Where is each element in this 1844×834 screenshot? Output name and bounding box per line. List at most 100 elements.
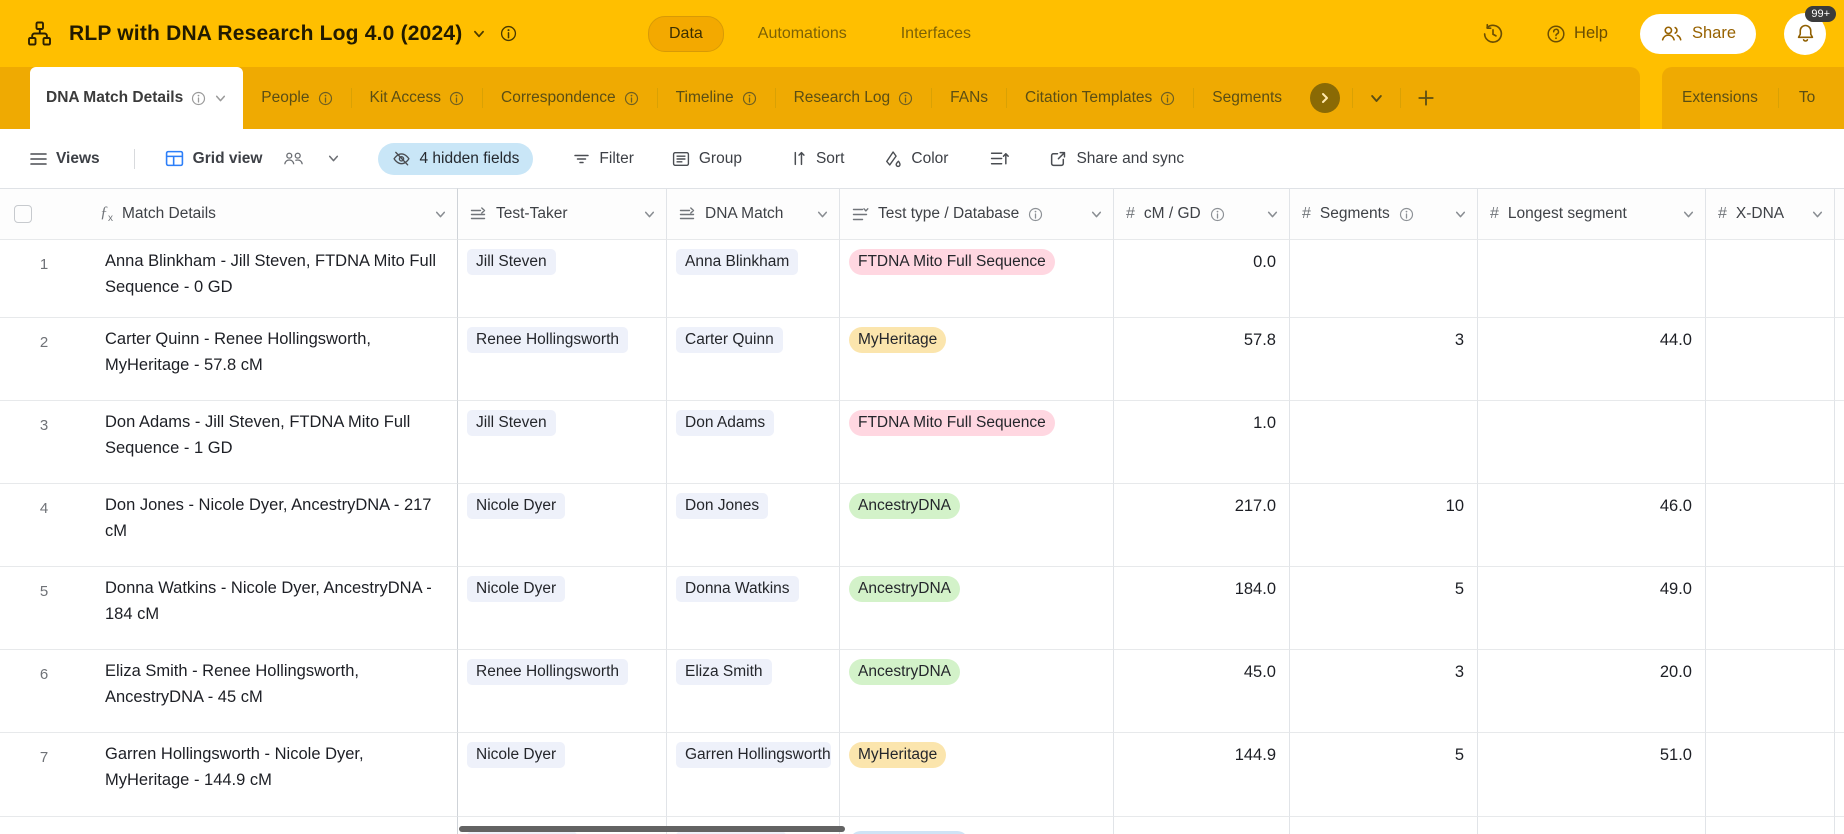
cell-test-type[interactable]: AncestryDNA (840, 567, 1114, 650)
row-number[interactable]: 2 (0, 318, 88, 401)
cell-match-details[interactable]: Anna Blinkham - Jill Steven, FTDNA Mito … (88, 240, 458, 318)
cell-test-type[interactable] (840, 817, 1114, 834)
cell-match-details[interactable]: Garren Hollingsworth - Nicole Dyer, MyHe… (88, 733, 458, 817)
column-header-test-taker[interactable]: Test-Taker (458, 188, 667, 240)
cell-segments[interactable]: 5 (1290, 567, 1478, 650)
share-and-sync-button[interactable]: Share and sync (1049, 150, 1184, 168)
cell-x-dna[interactable] (1706, 817, 1835, 834)
cell-test-taker[interactable]: Jill Steven (458, 240, 667, 318)
view-chevron-down-icon[interactable] (327, 152, 340, 165)
topbar-nav-interfaces[interactable]: Interfaces (881, 17, 991, 51)
cell-x-dna[interactable] (1706, 733, 1835, 817)
cell-test-taker[interactable]: Renee Hollingsworth (458, 318, 667, 401)
cell-cm-gd[interactable] (1114, 817, 1290, 834)
cell-cm-gd[interactable]: 45.0 (1114, 650, 1290, 733)
topbar-nav-data[interactable]: Data (648, 15, 724, 52)
cell-test-type[interactable]: AncestryDNA (840, 484, 1114, 567)
row-number[interactable]: 1 (0, 240, 88, 318)
cell-longest-segment[interactable] (1478, 817, 1706, 834)
tab-kit-access[interactable]: Kit Access (352, 67, 483, 129)
cell-test-taker[interactable]: Nicole Dyer (458, 733, 667, 817)
cell-cm-gd[interactable]: 184.0 (1114, 567, 1290, 650)
tab-citation-templates[interactable]: Citation Templates (1007, 67, 1193, 129)
history-icon[interactable] (1482, 23, 1504, 45)
cell-dna-match[interactable]: Eliza Smith (667, 650, 840, 733)
row-number[interactable]: 7 (0, 733, 88, 817)
row-number[interactable]: 4 (0, 484, 88, 567)
column-chevron-down-icon[interactable] (643, 208, 656, 221)
cell-test-type[interactable]: FTDNA Mito Full Sequence (840, 401, 1114, 484)
cell-test-taker[interactable]: Nicole Dyer (458, 484, 667, 567)
cell-test-type[interactable]: AncestryDNA (840, 650, 1114, 733)
cell-x-dna[interactable] (1706, 650, 1835, 733)
cell-test-taker[interactable]: Nicole Dyer (458, 567, 667, 650)
hidden-fields-button[interactable]: 4 hidden fields (378, 142, 534, 175)
column-header-segments[interactable]: # Segments (1290, 188, 1478, 240)
cell-dna-match[interactable]: Don Jones (667, 484, 840, 567)
column-header-test-type-database[interactable]: Test type / Database (840, 188, 1114, 240)
share-button[interactable]: Share (1639, 13, 1756, 54)
cell-segments[interactable]: 3 (1290, 650, 1478, 733)
cell-cm-gd[interactable]: 57.8 (1114, 318, 1290, 401)
cell-match-details[interactable]: Carter Quinn - Renee Hollingsworth, MyHe… (88, 318, 458, 401)
column-header-dna-match[interactable]: DNA Match (667, 188, 840, 240)
base-logo-sitemap-icon[interactable] (26, 20, 53, 47)
cell-longest-segment[interactable]: 44.0 (1478, 318, 1706, 401)
cell-test-type[interactable]: MyHeritage (840, 733, 1114, 817)
filter-button[interactable]: Filter (573, 150, 634, 168)
cell-test-taker[interactable]: Renee Hollingsworth (458, 650, 667, 733)
cell-longest-segment[interactable] (1478, 401, 1706, 484)
cell-x-dna[interactable] (1706, 484, 1835, 567)
topbar-nav-automations[interactable]: Automations (738, 17, 867, 51)
column-chevron-down-icon[interactable] (816, 208, 829, 221)
cell-match-details[interactable] (88, 817, 458, 834)
cell-longest-segment[interactable]: 46.0 (1478, 484, 1706, 567)
cell-dna-match[interactable]: Garren Hollingsworth (667, 733, 840, 817)
cell-cm-gd[interactable]: 0.0 (1114, 240, 1290, 318)
cell-match-details[interactable]: Don Adams - Jill Steven, FTDNA Mito Full… (88, 401, 458, 484)
tab-fans[interactable]: FANs (932, 67, 1006, 129)
column-chevron-down-icon[interactable] (1090, 208, 1103, 221)
cell-x-dna[interactable] (1706, 318, 1835, 401)
column-chevron-down-icon[interactable] (1811, 208, 1824, 221)
cell-cm-gd[interactable]: 217.0 (1114, 484, 1290, 567)
column-chevron-down-icon[interactable] (1682, 208, 1695, 221)
cell-segments[interactable]: 3 (1290, 318, 1478, 401)
row-number[interactable]: 6 (0, 650, 88, 733)
tab-segments[interactable]: Segments (1194, 67, 1300, 129)
cell-dna-match[interactable]: Donna Watkins (667, 567, 840, 650)
add-table-plus-icon[interactable] (1401, 67, 1451, 129)
cell-longest-segment[interactable]: 51.0 (1478, 733, 1706, 817)
column-chevron-down-icon[interactable] (434, 208, 447, 221)
cell-dna-match[interactable]: Anna Blinkham (667, 240, 840, 318)
cell-x-dna[interactable] (1706, 567, 1835, 650)
base-title-chevron-down-icon[interactable] (472, 27, 486, 41)
row-number[interactable]: 5 (0, 567, 88, 650)
cell-segments[interactable] (1290, 401, 1478, 484)
cell-x-dna[interactable] (1706, 401, 1835, 484)
tab-correspondence[interactable]: Correspondence (483, 67, 657, 129)
tools-button[interactable]: To (1779, 89, 1835, 107)
cell-segments[interactable]: 5 (1290, 733, 1478, 817)
row-number[interactable] (0, 817, 88, 834)
help-button[interactable]: Help (1546, 24, 1608, 44)
extensions-button[interactable]: Extensions (1662, 89, 1778, 107)
sort-button[interactable]: Sort (790, 150, 844, 168)
base-info-icon[interactable] (500, 25, 517, 42)
cell-segments[interactable] (1290, 240, 1478, 318)
cell-longest-segment[interactable] (1478, 240, 1706, 318)
tab-people[interactable]: People (243, 67, 350, 129)
cell-test-taker[interactable]: Jill Steven (458, 401, 667, 484)
column-header-match-details[interactable]: ƒx Match Details (88, 188, 458, 240)
column-header-longest-segment[interactable]: # Longest segment (1478, 188, 1706, 240)
row-number[interactable]: 3 (0, 401, 88, 484)
column-header-x-dna[interactable]: # X-DNA (1706, 188, 1835, 240)
tab-timeline[interactable]: Timeline (658, 67, 775, 129)
horizontal-scrollbar[interactable] (459, 826, 845, 832)
cell-cm-gd[interactable]: 1.0 (1114, 401, 1290, 484)
grid-view-button[interactable]: Grid view (165, 149, 341, 168)
cell-dna-match[interactable]: Don Adams (667, 401, 840, 484)
cell-longest-segment[interactable]: 20.0 (1478, 650, 1706, 733)
views-button[interactable]: Views (30, 150, 100, 168)
cell-match-details[interactable]: Eliza Smith - Renee Hollingsworth, Ances… (88, 650, 458, 733)
